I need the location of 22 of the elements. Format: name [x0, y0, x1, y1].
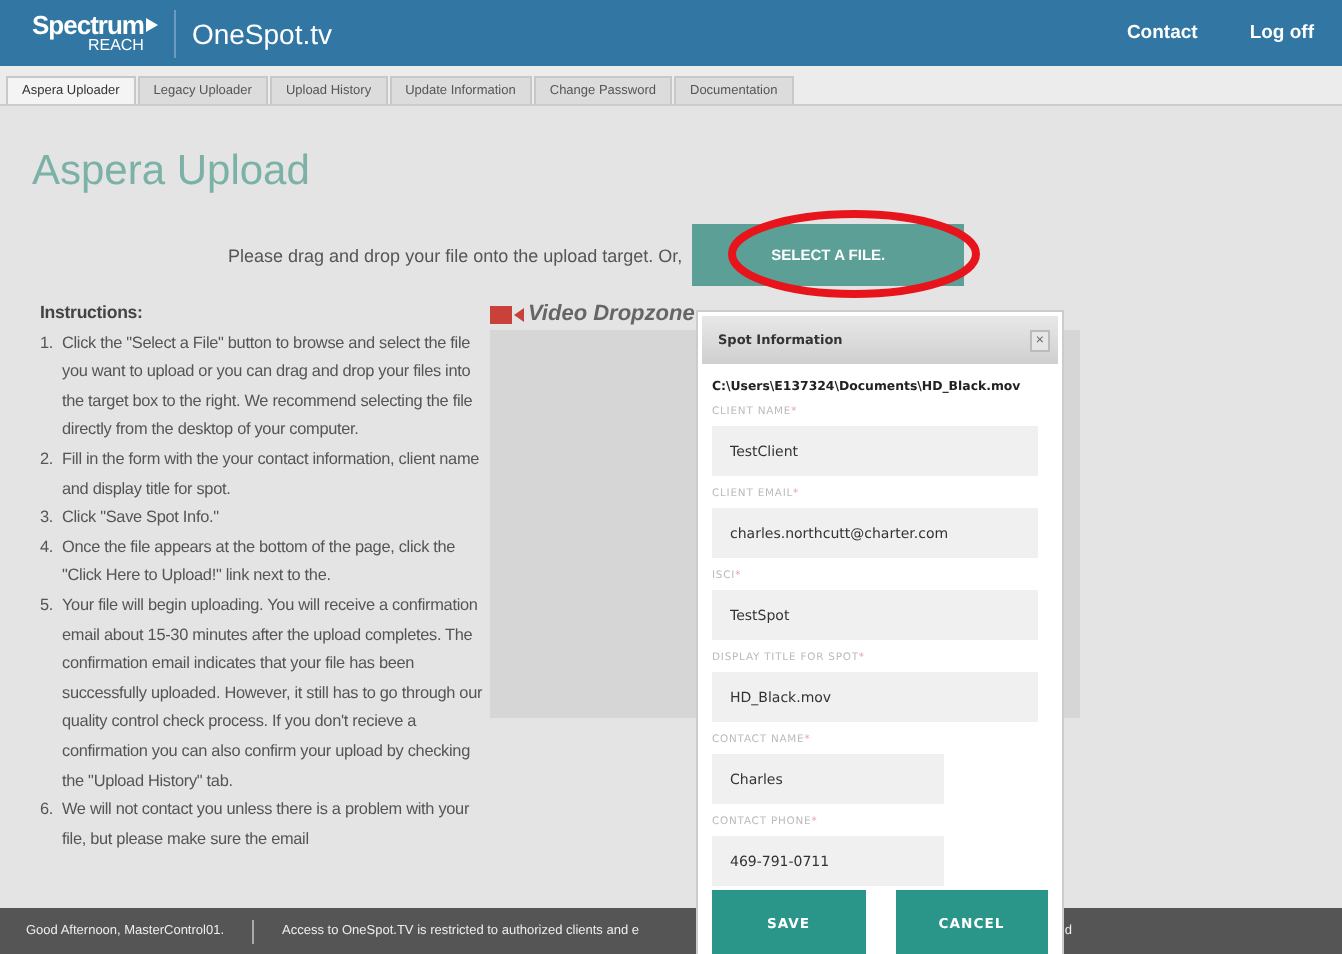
logo[interactable]: Spectrum REACH [32, 12, 158, 54]
instruction-step: Once the file appears at the bottom of the page, click the "Click Here to Upload!" link next to the. [62, 533, 484, 592]
instruction-step: Click the "Select a File" button to browse and select the file you want to upload or you can drag and drop your files into the target box to the right. We recommend selecting the file directly from the desktop of your computer. [62, 329, 484, 446]
step-number: 1. [40, 331, 56, 356]
instruction-step: Your file will begin uploading. You will receive a confirmation email about 15-30 minutes after the upload completes. The confirmation email indicates that your file has been successfully uploaded. However, it still has to go through our quality control check process. If you don't recieve a confirmation you can also confirm your upload by checking the "Upload History" tab. [62, 591, 484, 797]
step-number: 5. [40, 593, 56, 618]
header-link[interactable]: Contact [1126, 22, 1198, 44]
step-number: 2. [40, 447, 56, 472]
video-camera-icon [490, 305, 524, 323]
instructions-heading: Instructions: [40, 300, 145, 326]
page-title: Aspera Upload [32, 148, 312, 196]
instruction-step: Fill in the form with the your contact information, client name and display title for spot. [62, 445, 484, 505]
play-icon [145, 18, 158, 32]
instruction-step: We will not contact you unless there is a problem with your file, but please make sure the email [62, 796, 484, 855]
step-number: 6. [40, 798, 56, 823]
step-number: 3. [40, 506, 56, 531]
instruction-step: Click "Save Spot Info." [62, 504, 219, 534]
site-name: OneSpot.tv [191, 17, 333, 49]
header-link[interactable]: Log off [1249, 22, 1314, 44]
drag-prompt: Please drag and drop your file onto the upload target. Or, [228, 245, 683, 265]
step-number: 4. [40, 535, 56, 560]
dropzone-label: Video Dropzone [528, 302, 695, 326]
